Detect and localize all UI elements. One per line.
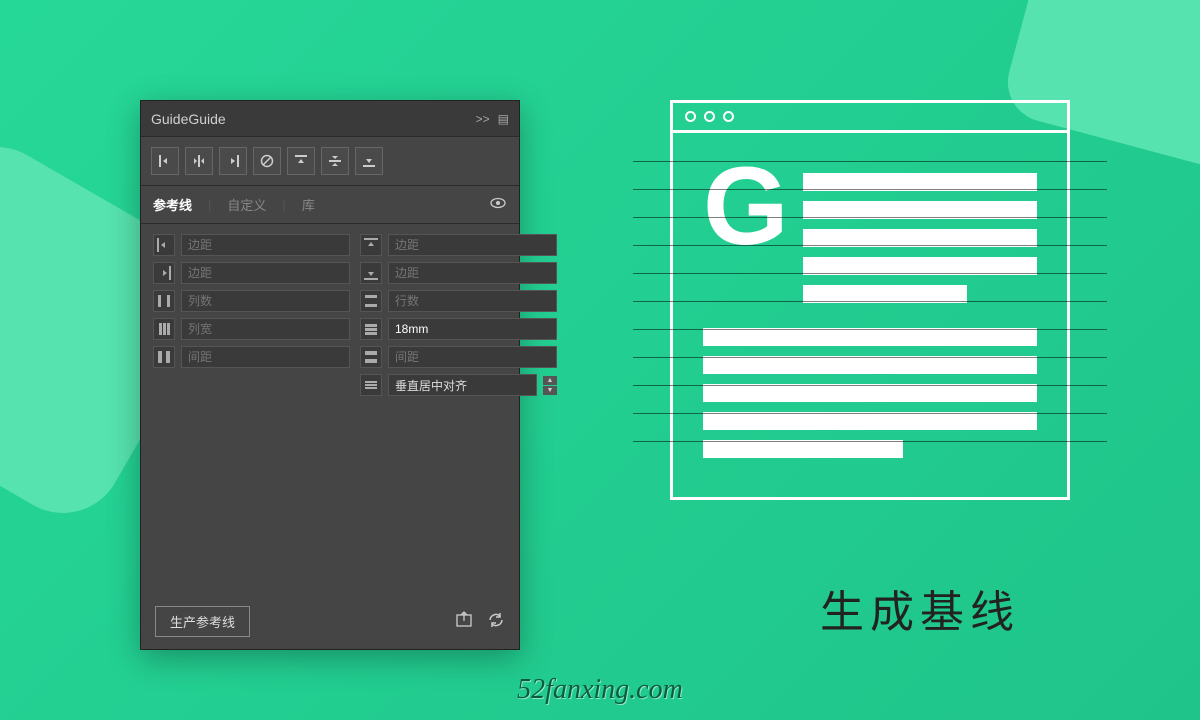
panel-header: GuideGuide >> ▤ [141,101,519,137]
tab-custom[interactable]: 自定义 [227,195,266,214]
margin-left-input[interactable] [181,234,350,256]
menu-icon[interactable]: ▤ [498,112,509,126]
clear-icon[interactable] [253,147,281,175]
row-height-icon [360,318,382,340]
gutter-h-input[interactable] [388,346,557,368]
margin-bottom-icon [360,262,382,284]
margin-right-icon [153,262,175,284]
guide-bottom-icon[interactable] [355,147,383,175]
margin-top-input[interactable] [388,234,557,256]
generate-button[interactable]: 生产参考线 [155,606,250,637]
window-dot-icon [704,111,715,122]
gutter-h-icon [360,346,382,368]
col-width-input[interactable] [181,318,350,340]
tab-library[interactable]: 库 [302,195,315,214]
logo-letter: G [703,163,784,251]
guide-right-icon[interactable] [219,147,247,175]
row-height-input[interactable] [388,318,557,340]
save-icon[interactable] [455,611,473,632]
window-topbar [673,103,1067,133]
margin-bottom-input[interactable] [388,262,557,284]
margin-top-icon [360,234,382,256]
window-dot-icon [723,111,734,122]
caption: 生成基线 [820,576,1020,640]
guide-top-icon[interactable] [287,147,315,175]
guideguide-panel: GuideGuide >> ▤ 参考线 | 自定义 | 库 [140,100,520,650]
margin-left-icon [153,234,175,256]
guide-left-icon[interactable] [151,147,179,175]
panel-footer: 生产参考线 [141,594,519,649]
refresh-icon[interactable] [487,611,505,632]
guide-center-h-icon[interactable] [321,147,349,175]
fields-grid: 垂直居中对齐 ▲▼ [141,224,519,406]
window-dot-icon [685,111,696,122]
tabs: 参考线 | 自定义 | 库 [141,186,519,224]
toolbar [141,137,519,186]
watermark: 52fanxing.com [517,674,683,706]
margin-right-input[interactable] [181,262,350,284]
columns-icon [153,290,175,312]
collapse-icon[interactable]: >> [476,112,490,126]
panel-title: GuideGuide [151,111,476,127]
visibility-icon[interactable] [489,194,507,215]
col-width-icon [153,318,175,340]
rows-input[interactable] [388,290,557,312]
columns-input[interactable] [181,290,350,312]
guide-center-v-icon[interactable] [185,147,213,175]
window-illustration: G [670,100,1070,500]
gutter-v-icon [153,346,175,368]
rows-icon [360,290,382,312]
gutter-v-input[interactable] [181,346,350,368]
tab-guides[interactable]: 参考线 [153,195,192,214]
align-dropdown[interactable]: 垂直居中对齐 [388,374,537,396]
align-stepper[interactable]: ▲▼ [543,376,557,395]
align-icon [360,374,382,396]
